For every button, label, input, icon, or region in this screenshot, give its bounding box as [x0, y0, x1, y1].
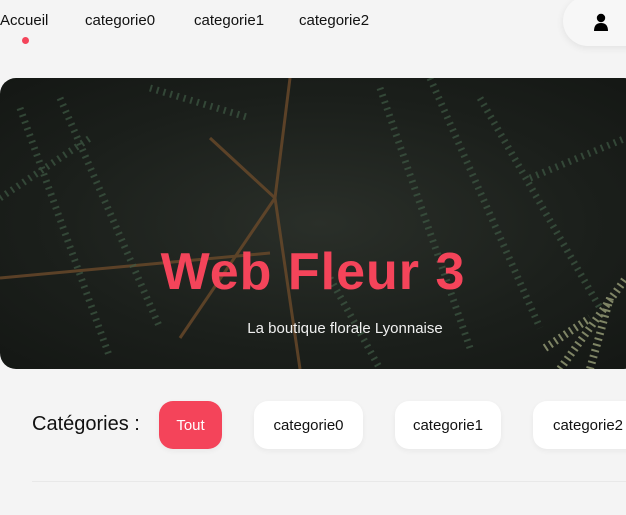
- user-button[interactable]: [563, 0, 626, 46]
- nav-categorie1[interactable]: categorie1: [194, 12, 264, 29]
- categories-label: Catégories :: [32, 413, 140, 435]
- chip-categorie2[interactable]: categorie2: [533, 401, 626, 449]
- hero-subtitle: La boutique florale Lyonnaise: [247, 320, 443, 337]
- chip-categorie0[interactable]: categorie0: [254, 401, 363, 449]
- hero-banner: Web Fleur 3 La boutique florale Lyonnais…: [0, 78, 626, 369]
- divider: [32, 481, 626, 482]
- hero-title: Web Fleur 3: [160, 243, 466, 301]
- user-icon: [594, 13, 608, 31]
- nav-categorie0[interactable]: categorie0: [85, 12, 155, 29]
- active-indicator: [22, 37, 29, 44]
- nav-categorie2[interactable]: categorie2: [299, 12, 369, 29]
- chip-tout[interactable]: Tout: [159, 401, 222, 449]
- chip-categorie1[interactable]: categorie1: [395, 401, 501, 449]
- nav-accueil[interactable]: Accueil: [0, 12, 48, 29]
